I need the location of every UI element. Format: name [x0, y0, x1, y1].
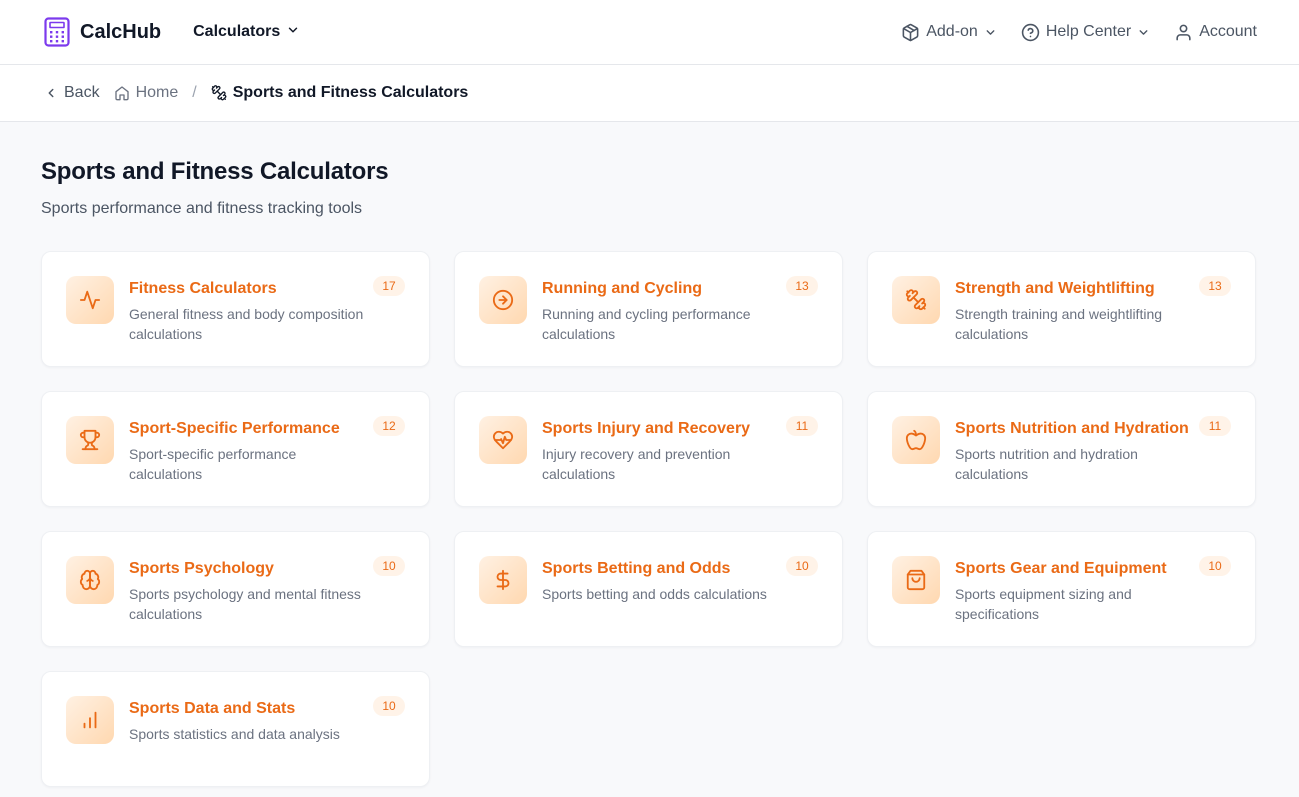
- category-count-badge: 10: [373, 556, 405, 576]
- category-description: Strength training and weightlifting calc…: [955, 306, 1163, 342]
- shopping-bag-icon: [892, 556, 940, 604]
- category-card-running-cycling[interactable]: Running and Cycling Running and cycling …: [454, 251, 843, 367]
- account-label: Account: [1199, 23, 1257, 40]
- addon-menu[interactable]: Add-on: [901, 23, 997, 42]
- category-count-badge: 10: [373, 696, 405, 716]
- category-title: Sports Nutrition and Hydration: [955, 420, 1189, 437]
- category-card-data-stats[interactable]: Sports Data and Stats Sports statistics …: [41, 671, 430, 787]
- category-card-betting-odds[interactable]: Sports Betting and Odds Sports betting a…: [454, 531, 843, 647]
- help-center-menu[interactable]: Help Center: [1021, 23, 1150, 42]
- chevron-left-icon: [44, 86, 58, 100]
- back-link[interactable]: Back: [44, 84, 100, 102]
- category-card-fitness[interactable]: Fitness Calculators General fitness and …: [41, 251, 430, 367]
- category-card-sport-specific[interactable]: Sport-Specific Performance Sport-specifi…: [41, 391, 430, 507]
- breadcrumb-home-label: Home: [135, 84, 179, 101]
- breadcrumb-current-label: Sports and Fitness Calculators: [232, 84, 469, 101]
- category-title: Strength and Weightlifting: [955, 280, 1155, 297]
- category-card-strength[interactable]: Strength and Weightlifting Strength trai…: [867, 251, 1256, 367]
- category-card-psychology[interactable]: Sports Psychology Sports psychology and …: [41, 531, 430, 647]
- breadcrumb: Back Home / Sports and Fitness Calculato…: [0, 65, 1299, 122]
- breadcrumb-separator: /: [192, 84, 197, 101]
- chevron-down-icon: [984, 26, 997, 39]
- category-title: Sports Data and Stats: [129, 700, 296, 717]
- category-count-badge: 10: [1199, 556, 1231, 576]
- chevron-down-icon: [286, 23, 300, 42]
- dumbbell-icon: [892, 276, 940, 324]
- chevron-down-icon: [1137, 26, 1150, 39]
- brand-name: CalcHub: [80, 20, 162, 43]
- help-circle-icon: [1021, 23, 1040, 42]
- category-title: Sports Betting and Odds: [542, 560, 731, 577]
- category-count-badge: 17: [373, 276, 405, 296]
- package-icon: [901, 23, 920, 42]
- calculator-icon: [44, 17, 70, 47]
- activity-icon: [66, 276, 114, 324]
- category-description: Running and cycling performance calculat…: [542, 306, 751, 342]
- breadcrumb-home[interactable]: Home: [114, 84, 179, 102]
- category-count-badge: 11: [1199, 416, 1231, 436]
- calculators-menu[interactable]: Calculators: [193, 23, 300, 42]
- category-description: Sport-specific performance calculations: [129, 446, 297, 482]
- home-icon: [114, 85, 130, 101]
- category-card-nutrition-hydration[interactable]: Sports Nutrition and Hydration Sports nu…: [867, 391, 1256, 507]
- category-description: Sports psychology and mental fitness cal…: [129, 586, 361, 622]
- category-count-badge: 13: [786, 276, 818, 296]
- apple-icon: [892, 416, 940, 464]
- category-count-badge: 10: [786, 556, 818, 576]
- category-title: Running and Cycling: [542, 280, 702, 297]
- calculators-menu-label: Calculators: [193, 23, 281, 40]
- category-count-badge: 11: [786, 416, 818, 436]
- category-title: Fitness Calculators: [129, 280, 277, 297]
- help-center-label: Help Center: [1045, 23, 1132, 40]
- category-description: General fitness and body composition cal…: [129, 306, 364, 342]
- page-subtitle: Sports performance and fitness tracking …: [41, 200, 363, 217]
- main-content: Sports and Fitness Calculators Sports pe…: [0, 122, 1299, 787]
- category-title: Sports Psychology: [129, 560, 274, 577]
- arrow-circle-right-icon: [479, 276, 527, 324]
- account-link[interactable]: Account: [1174, 23, 1257, 42]
- heart-pulse-icon: [479, 416, 527, 464]
- brand-logo[interactable]: CalcHub: [44, 17, 161, 47]
- page-title: Sports and Fitness Calculators: [41, 158, 389, 185]
- category-description: Sports nutrition and hydration calculati…: [955, 446, 1138, 482]
- category-count-badge: 13: [1199, 276, 1231, 296]
- category-grid: Fitness Calculators General fitness and …: [41, 251, 1258, 787]
- category-card-gear-equipment[interactable]: Sports Gear and Equipment Sports equipme…: [867, 531, 1256, 647]
- breadcrumb-current: Sports and Fitness Calculators: [211, 84, 469, 102]
- category-card-injury-recovery[interactable]: Sports Injury and Recovery Injury recove…: [454, 391, 843, 507]
- category-count-badge: 12: [373, 416, 405, 436]
- addon-menu-label: Add-on: [926, 23, 978, 40]
- dollar-icon: [479, 556, 527, 604]
- category-title: Sport-Specific Performance: [129, 420, 340, 437]
- category-description: Sports betting and odds calculations: [542, 586, 767, 602]
- trophy-icon: [66, 416, 114, 464]
- brain-icon: [66, 556, 114, 604]
- top-navigation: CalcHub Calculators Add-on Help Center A…: [0, 0, 1299, 65]
- category-title: Sports Injury and Recovery: [542, 420, 751, 437]
- category-description: Sports equipment sizing and specificatio…: [955, 586, 1132, 622]
- dumbbell-icon: [211, 85, 227, 101]
- user-icon: [1174, 23, 1193, 42]
- category-title: Sports Gear and Equipment: [955, 560, 1167, 577]
- back-label: Back: [64, 84, 100, 101]
- category-description: Injury recovery and prevention calculati…: [542, 446, 731, 482]
- bar-chart-icon: [66, 696, 114, 744]
- category-description: Sports statistics and data analysis: [129, 726, 340, 742]
